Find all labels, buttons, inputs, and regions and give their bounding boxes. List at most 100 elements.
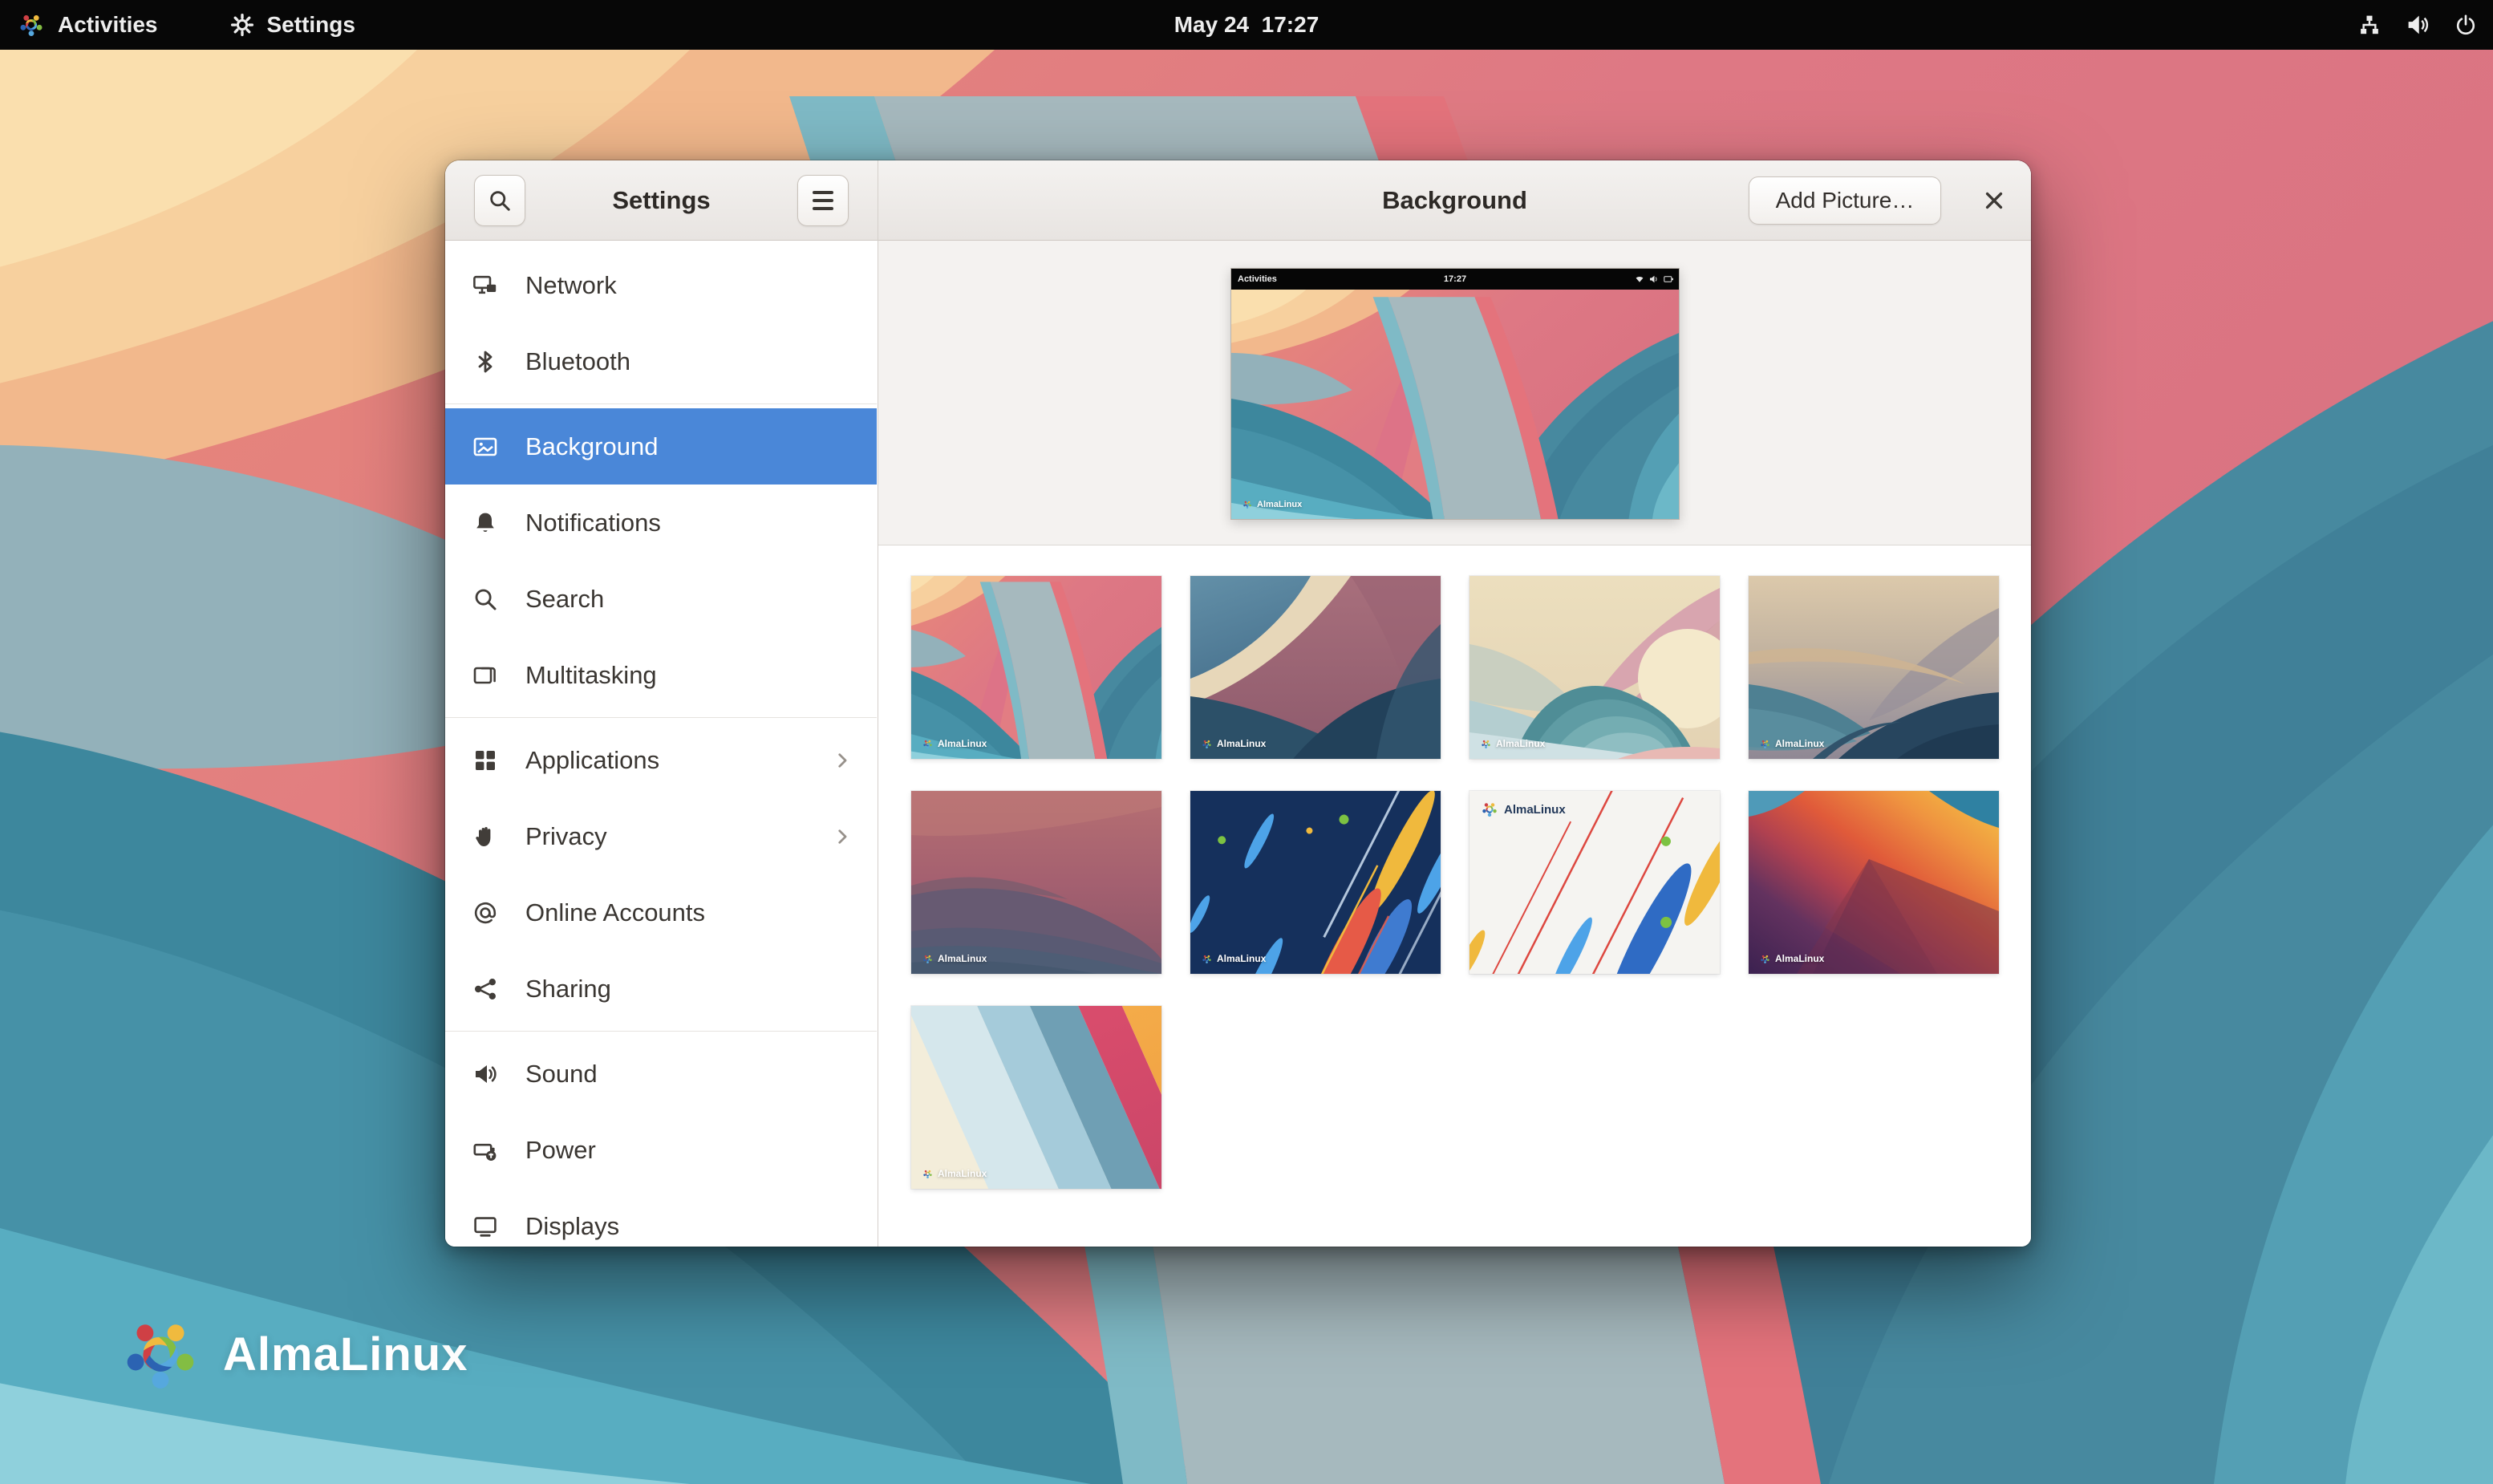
network-icon	[472, 273, 498, 298]
current-wallpaper-band: Activities 17:27	[878, 241, 2031, 545]
thumbnail-brand-logo: AlmaLinux	[1481, 801, 1566, 818]
thumbnail-watermark: AlmaLinux	[1202, 738, 1266, 749]
sidebar-item-search[interactable]: Search	[445, 561, 877, 637]
sidebar-item-label: Privacy	[525, 822, 805, 851]
display-icon	[472, 1214, 498, 1239]
network-wired-icon	[2358, 14, 2381, 36]
almalinux-logo-icon	[1242, 500, 1252, 509]
sidebar-item-sound[interactable]: Sound	[445, 1036, 877, 1112]
wallpaper-thumbnail-abstract-dark[interactable]: AlmaLinux	[1190, 791, 1441, 974]
nav-divider	[445, 1031, 877, 1032]
almalinux-logo-icon	[1202, 739, 1212, 749]
search-button[interactable]	[474, 175, 525, 226]
status-area[interactable]	[2342, 0, 2493, 50]
sidebar-nav: Network Bluetooth Background	[445, 241, 877, 1247]
settings-window: Settings N	[445, 160, 2031, 1247]
at-symbol-icon	[472, 900, 498, 926]
clock-button[interactable]: May 24 17:27	[1174, 0, 1319, 50]
sidebar-headerbar: Settings	[445, 160, 878, 241]
wallpaper-thumbnail-almalinux-dusk[interactable]: AlmaLinux	[1190, 576, 1441, 759]
sidebar-item-displays[interactable]: Displays	[445, 1188, 877, 1247]
almalinux-logo-icon	[1760, 739, 1770, 749]
thumbnail-watermark: AlmaLinux	[1760, 953, 1824, 964]
wallpaper-thumbnail-almalinux-day[interactable]: AlmaLinux	[911, 576, 1161, 759]
almalinux-logo-icon	[1481, 801, 1498, 818]
app-menu-button[interactable]: Settings	[213, 0, 373, 50]
sidebar-item-sharing[interactable]: Sharing	[445, 951, 877, 1027]
wallpaper-thumbnail-almalinux-taupe[interactable]: AlmaLinux	[1749, 576, 1999, 759]
applications-icon	[472, 748, 498, 773]
bluetooth-icon	[472, 349, 498, 375]
sidebar-item-label: Sound	[525, 1060, 853, 1089]
activities-label: Activities	[58, 12, 158, 38]
hamburger-icon	[813, 191, 833, 210]
wallpaper-thumbnail-pastel-diagonal[interactable]: AlmaLinux	[911, 1006, 1161, 1189]
almalinux-logo-icon	[1760, 954, 1770, 964]
almalinux-logo-icon	[1202, 954, 1212, 964]
multitasking-icon	[472, 663, 498, 688]
sidebar-item-label: Displays	[525, 1212, 853, 1241]
close-button[interactable]	[1978, 184, 2010, 217]
almalinux-logo-icon	[922, 1169, 933, 1179]
background-panel: Background Add Picture… Activities 17:27	[878, 160, 2031, 1247]
thumbnail-watermark: AlmaLinux	[1481, 738, 1545, 749]
chevron-right-icon	[832, 826, 853, 847]
speaker-icon	[472, 1061, 498, 1087]
menu-button[interactable]	[797, 175, 849, 226]
nav-divider	[445, 717, 877, 718]
preview-top-bar: Activities 17:27	[1231, 269, 1679, 290]
battery-power-icon	[472, 1137, 498, 1163]
wallpaper-thumbnail-almalinux-pale[interactable]: AlmaLinux	[1469, 576, 1720, 759]
sidebar-item-applications[interactable]: Applications	[445, 722, 877, 798]
sidebar-item-label: Power	[525, 1136, 853, 1165]
desktop: AlmaLinux Activities Settings May 24 17:…	[0, 0, 2493, 1484]
add-picture-button[interactable]: Add Picture…	[1749, 176, 1941, 225]
app-menu-label: Settings	[267, 12, 355, 38]
current-wallpaper-preview: Activities 17:27	[1230, 268, 1680, 520]
sidebar-item-label: Search	[525, 585, 853, 614]
nav-divider	[445, 403, 877, 404]
search-icon	[488, 189, 512, 213]
sidebar-item-power[interactable]: Power	[445, 1112, 877, 1188]
power-icon	[2454, 14, 2477, 36]
sidebar-item-multitasking[interactable]: Multitasking	[445, 637, 877, 713]
wifi-icon	[1635, 274, 1644, 284]
sidebar-item-bluetooth[interactable]: Bluetooth	[445, 323, 877, 399]
sidebar-item-label: Bluetooth	[525, 347, 853, 376]
sidebar-item-notifications[interactable]: Notifications	[445, 485, 877, 561]
sidebar-item-label: Applications	[525, 746, 805, 775]
almalinux-logo-icon	[922, 739, 933, 749]
thumbnail-watermark: AlmaLinux	[1760, 738, 1824, 749]
top-bar: Activities Settings May 24 17:27	[0, 0, 2493, 50]
almalinux-logo-icon	[922, 954, 933, 964]
sidebar-item-background[interactable]: Background	[445, 408, 877, 485]
almalinux-logo-icon	[119, 1312, 202, 1396]
search-icon	[472, 586, 498, 612]
close-icon	[1982, 189, 2006, 213]
sidebar-item-label: Sharing	[525, 975, 853, 1004]
thumbnail-watermark: AlmaLinux	[1202, 953, 1266, 964]
almalinux-logo-icon	[18, 11, 45, 39]
wallpaper-thumbnail-almalinux-maroon[interactable]: AlmaLinux	[911, 791, 1161, 974]
sidebar-item-online-accounts[interactable]: Online Accounts	[445, 874, 877, 951]
background-icon	[472, 434, 498, 460]
thumbnail-watermark: AlmaLinux	[922, 1168, 987, 1179]
sidebar-item-network[interactable]: Network	[445, 247, 877, 323]
gear-icon	[230, 13, 254, 37]
wallpaper-thumbnail-abstract-light[interactable]: AlmaLinux	[1469, 791, 1720, 974]
almalinux-brand: AlmaLinux	[119, 1312, 468, 1396]
share-icon	[472, 976, 498, 1002]
preview-wallpaper-image	[1231, 290, 1679, 519]
preview-activities-label: Activities	[1231, 274, 1277, 284]
almalinux-logo-icon	[1481, 739, 1491, 749]
sidebar-item-privacy[interactable]: Privacy	[445, 798, 877, 874]
wallpaper-thumbnail-sunset-peaks[interactable]: AlmaLinux	[1749, 791, 1999, 974]
volume-icon	[1649, 274, 1659, 284]
activities-button[interactable]: Activities	[0, 0, 176, 50]
thumbnail-watermark: AlmaLinux	[922, 953, 987, 964]
sidebar-item-label: Notifications	[525, 509, 853, 537]
thumbnail-watermark: AlmaLinux	[922, 738, 987, 749]
hand-privacy-icon	[472, 824, 498, 849]
content-headerbar: Background Add Picture…	[878, 160, 2031, 241]
volume-icon	[2406, 14, 2429, 36]
